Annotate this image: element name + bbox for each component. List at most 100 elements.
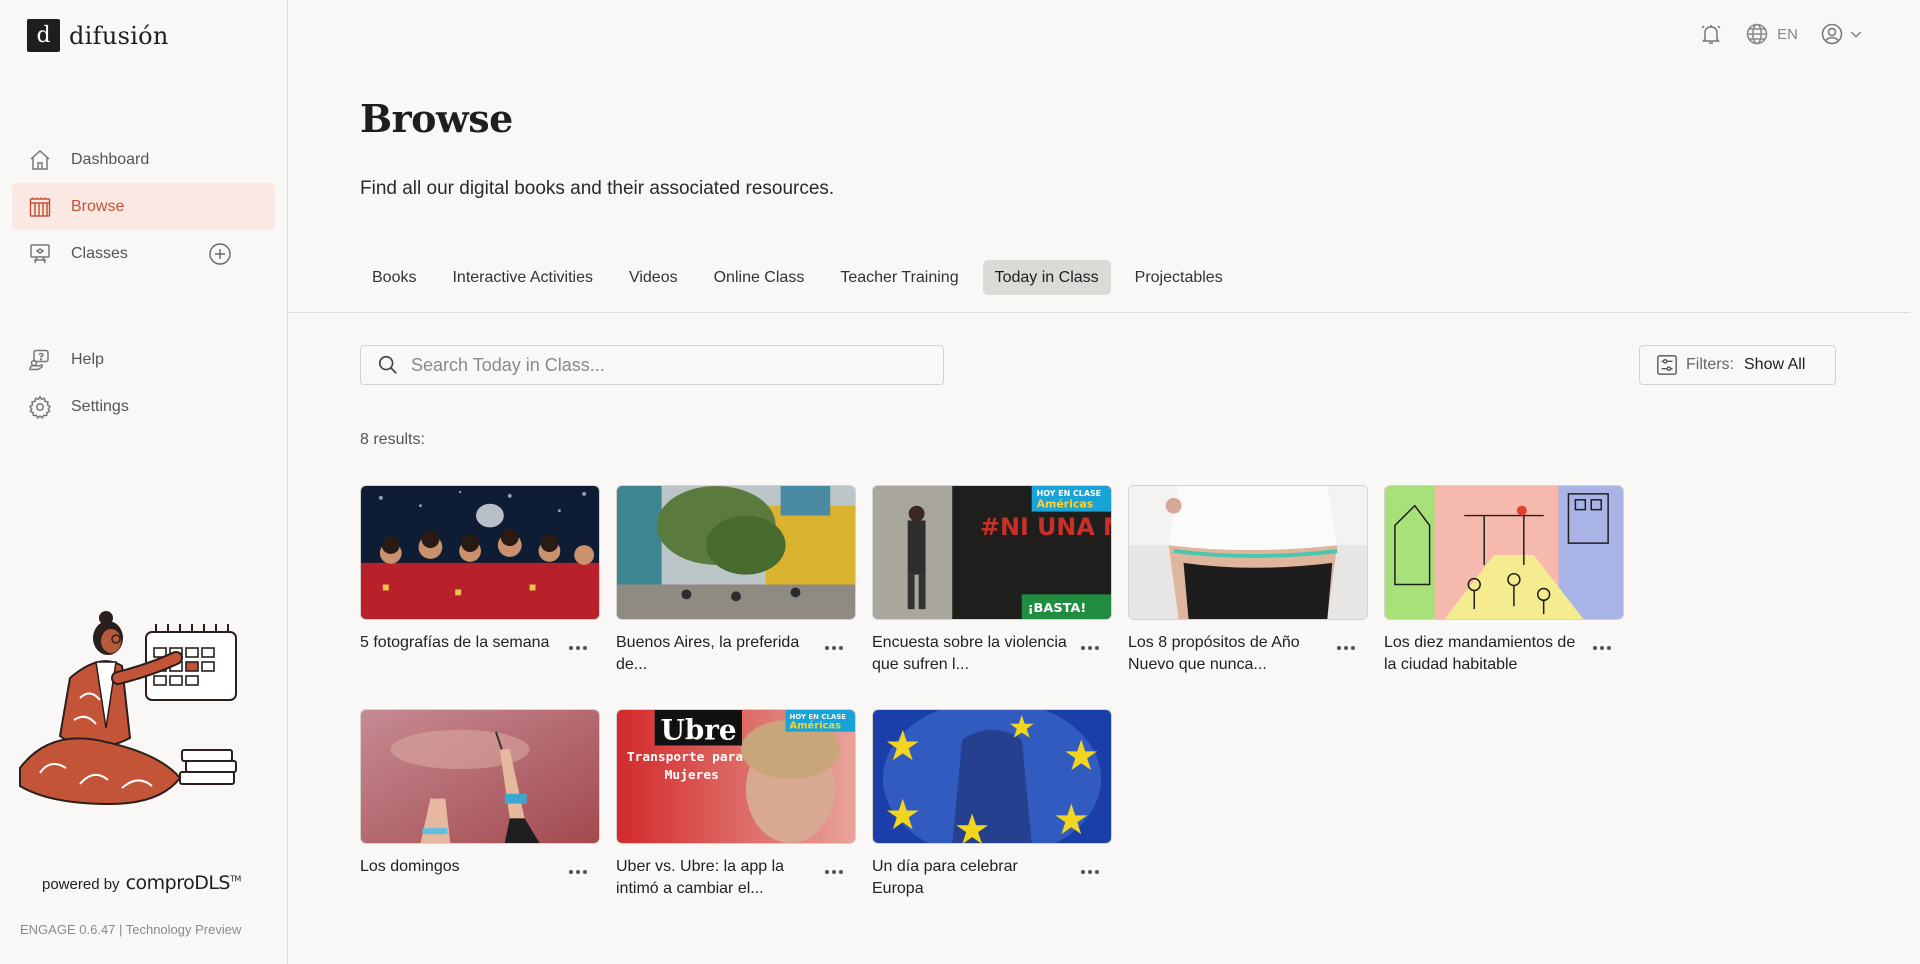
more-options-button[interactable] [566, 636, 590, 660]
filter-sliders-icon [1657, 355, 1677, 375]
page-subtitle: Find all our digital books and their ass… [360, 178, 835, 199]
ellipsis-icon [825, 870, 843, 874]
card-title[interactable]: Los domingos [360, 856, 556, 878]
card-thumbnail[interactable]: Ubre Transporte para Mujeres HOY EN CLAS… [616, 709, 856, 844]
result-card[interactable]: Un día para celebrar Europa [872, 709, 1112, 897]
card-thumbnail[interactable] [872, 709, 1112, 844]
sidebar-item-classes[interactable]: Classes [12, 230, 275, 277]
card-title[interactable]: Los 8 propósitos de Año Nuevo que nunca.… [1128, 632, 1324, 676]
city-illustration-image [1385, 486, 1623, 619]
more-options-button[interactable] [822, 636, 846, 660]
filters-label: Filters: [1686, 356, 1734, 373]
card-thumbnail[interactable] [360, 485, 600, 620]
more-options-button[interactable] [822, 860, 846, 884]
search-input[interactable] [411, 354, 891, 376]
sidebar-item-browse[interactable]: Browse [12, 183, 275, 230]
result-card[interactable]: 5 fotografías de la semana [360, 485, 600, 651]
buenos-aires-street-image [617, 486, 855, 619]
user-menu[interactable] [1820, 22, 1864, 46]
eu-flag-image [873, 710, 1111, 843]
ubre-poster-image: Ubre Transporte para Mujeres HOY EN CLAS… [617, 710, 855, 843]
top-bar: EN [1699, 22, 1864, 46]
notification-bell-icon[interactable] [1699, 22, 1723, 46]
card-thumbnail[interactable] [360, 709, 600, 844]
svg-text:Américas: Américas [790, 720, 842, 732]
language-selector[interactable]: EN [1745, 22, 1798, 46]
result-card[interactable]: Los diez mandamientos de la ciudad habit… [1384, 485, 1624, 673]
version-text: ENGAGE 0.6.47 | Technology Preview [20, 922, 242, 937]
primary-nav: Dashboard Browse Classes [12, 136, 275, 277]
sidebar-item-dashboard[interactable]: Dashboard [12, 136, 275, 183]
language-label: EN [1777, 25, 1798, 43]
card-title[interactable]: Uber vs. Ubre: la app la intimó a cambia… [616, 856, 812, 900]
home-icon [30, 149, 50, 170]
search-icon [378, 355, 397, 374]
svg-text:Transporte para: Transporte para [627, 750, 743, 765]
tab-projectables[interactable]: Projectables [1123, 260, 1235, 295]
gear-icon [29, 394, 51, 419]
more-options-button[interactable] [1078, 860, 1102, 884]
sidebar-item-label: Classes [71, 244, 128, 262]
measuring-tape-image [1129, 486, 1367, 619]
result-card[interactable]: Ubre Transporte para Mujeres HOY EN CLAS… [616, 709, 856, 897]
tab-teacher-training[interactable]: Teacher Training [828, 260, 970, 295]
powered-prefix: powered by [42, 876, 120, 893]
library-icon [29, 197, 51, 217]
svg-text:Mujeres: Mujeres [665, 768, 719, 783]
globe-icon [1746, 23, 1768, 45]
result-card[interactable]: Buenos Aires, la preferida de... [616, 485, 856, 673]
category-tabs: Books Interactive Activities Videos Onli… [360, 260, 1235, 295]
sidebar-item-label: Dashboard [71, 150, 150, 168]
logo-text: difusión [69, 21, 169, 50]
ellipsis-icon [569, 646, 587, 650]
filters-button[interactable]: Filters: Show All [1639, 345, 1836, 385]
svg-text:¡BASTA!: ¡BASTA! [1028, 601, 1087, 616]
filters-value: Show All [1744, 356, 1806, 373]
ellipsis-icon [569, 870, 587, 874]
classroom-icon [30, 243, 50, 263]
card-thumbnail[interactable] [1384, 485, 1624, 620]
card-thumbnail[interactable]: #NI UNA MENOS HOY EN CLASE Américas ¡BAS… [872, 485, 1112, 620]
user-avatar-icon [1821, 23, 1843, 45]
sidebar-item-label: Settings [71, 397, 129, 415]
svg-text:HOY EN CLASE: HOY EN CLASE [790, 713, 847, 721]
ellipsis-icon [1081, 870, 1099, 874]
sidebar-item-label: Browse [71, 197, 125, 215]
powered-by: powered by comproDLSTM [42, 872, 241, 894]
help-icon [29, 349, 49, 370]
card-title[interactable]: 5 fotografías de la semana [360, 632, 556, 654]
more-options-button[interactable] [1078, 636, 1102, 660]
card-title[interactable]: Encuesta sobre la violencia que sufren l… [872, 632, 1068, 676]
search-box[interactable] [360, 345, 944, 385]
ellipsis-icon [1337, 646, 1355, 650]
more-options-button[interactable] [1590, 636, 1614, 660]
result-card[interactable]: #NI UNA MENOS HOY EN CLASE Américas ¡BAS… [872, 485, 1112, 673]
painting-hands-image [361, 710, 599, 843]
card-title[interactable]: Buenos Aires, la preferida de... [616, 632, 812, 676]
tab-videos[interactable]: Videos [617, 260, 690, 295]
card-title[interactable]: Los diez mandamientos de la ciudad habit… [1384, 632, 1580, 676]
tab-books[interactable]: Books [360, 260, 428, 295]
tab-today-in-class[interactable]: Today in Class [982, 260, 1111, 295]
ellipsis-icon [825, 646, 843, 650]
protest-mural-image: #NI UNA MENOS HOY EN CLASE Américas ¡BAS… [873, 486, 1111, 619]
more-options-button[interactable] [566, 860, 590, 884]
result-card[interactable]: Los 8 propósitos de Año Nuevo que nunca.… [1128, 485, 1368, 673]
secondary-nav: Help Settings [12, 336, 275, 430]
result-card[interactable]: Los domingos [360, 709, 600, 875]
tab-online-class[interactable]: Online Class [702, 260, 817, 295]
sidebar-item-help[interactable]: Help [12, 336, 275, 383]
sidebar-item-settings[interactable]: Settings [12, 383, 275, 430]
page-title: Browse [360, 96, 513, 141]
card-thumbnail[interactable] [616, 485, 856, 620]
tab-interactive-activities[interactable]: Interactive Activities [440, 260, 605, 295]
svg-text:#NI UNA MENOS: #NI UNA MENOS [980, 513, 1111, 541]
tabs-divider [288, 312, 1910, 313]
card-title[interactable]: Un día para celebrar Europa [872, 856, 1068, 900]
results-count: 8 results: [360, 431, 425, 448]
chevron-down-icon [1850, 31, 1862, 38]
add-class-icon[interactable] [208, 242, 232, 266]
card-thumbnail[interactable] [1128, 485, 1368, 620]
app-logo[interactable]: d difusión [27, 19, 169, 52]
more-options-button[interactable] [1334, 636, 1358, 660]
